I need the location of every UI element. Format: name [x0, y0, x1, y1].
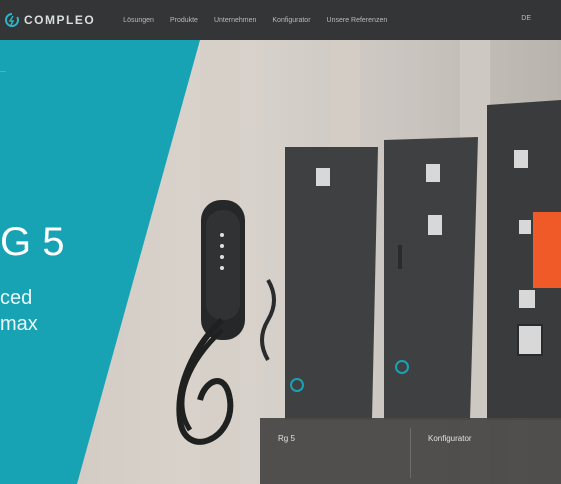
hero-subline-1: ced: [0, 287, 33, 309]
brand-name: COMPLEO: [24, 13, 96, 27]
orange-panel: [533, 212, 561, 288]
nav-item-produkte[interactable]: Produkte: [170, 17, 198, 24]
main-nav: Lösungen Produkte Unternehmen Konfigurat…: [123, 17, 387, 24]
top-navigation-bar: COMPLEO Lösungen Produkte Unternehmen Ko…: [0, 0, 561, 40]
breadcrumb[interactable]: ...: [0, 67, 6, 74]
brand-logo[interactable]: COMPLEO: [4, 12, 95, 28]
info-left-title[interactable]: Rg 5: [278, 434, 295, 443]
hero-subheadline: ced max: [0, 285, 38, 337]
hero-section: ... G 5 ced max Rg 5 Konfigurator: [0, 40, 561, 484]
nav-item-loesungen[interactable]: Lösungen: [123, 17, 154, 24]
info-right-title[interactable]: Konfigurator: [428, 434, 472, 443]
hero-subline-2: max: [0, 313, 38, 335]
hero-headline: G 5: [0, 220, 65, 264]
nav-item-unternehmen[interactable]: Unternehmen: [214, 17, 256, 24]
info-divider: [410, 428, 411, 478]
nav-item-konfigurator[interactable]: Konfigurator: [272, 17, 310, 24]
compleo-logo-icon: [5, 13, 19, 27]
language-selector[interactable]: DE: [521, 15, 531, 22]
info-box: Rg 5 Konfigurator: [260, 418, 561, 484]
nav-item-referenzen[interactable]: Unsere Referenzen: [327, 17, 388, 24]
